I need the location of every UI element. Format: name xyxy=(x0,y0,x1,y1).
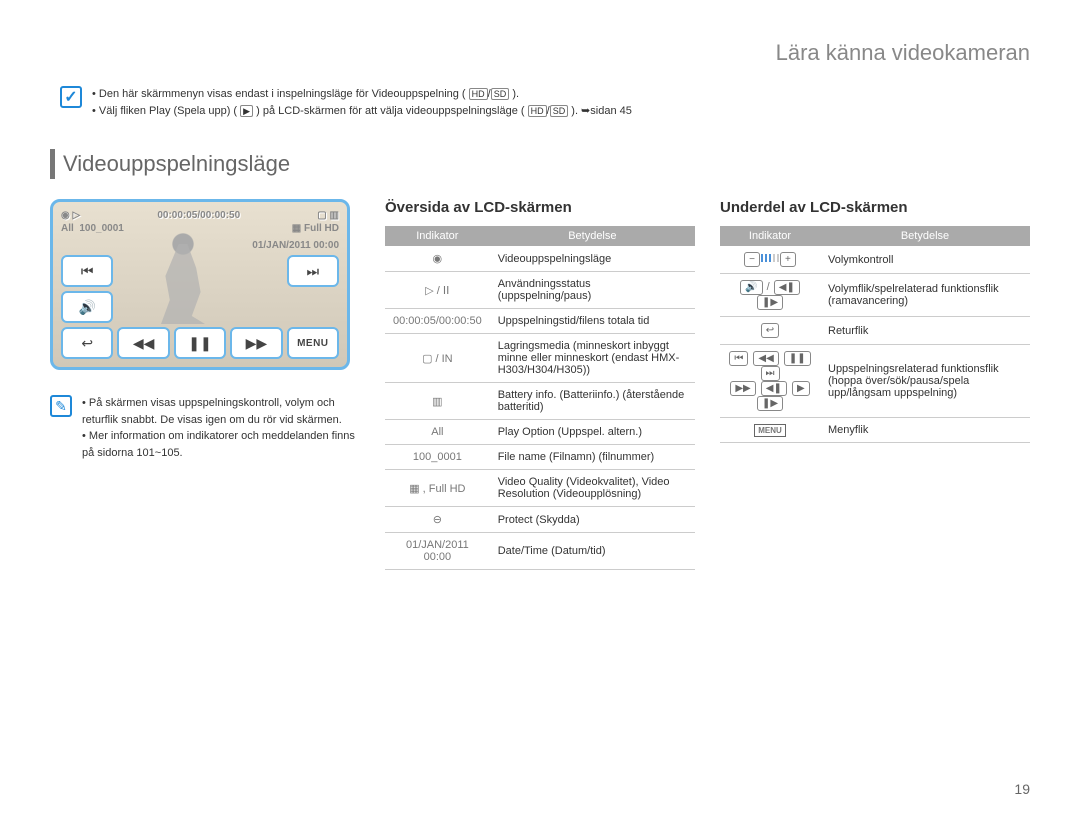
lcd-screenshot: ◉ ▷ 00:00:05/00:00:50 ▢ ▥ All 100_0001 ▦… xyxy=(50,199,350,370)
lcd-time: 00:00:05/00:00:50 xyxy=(157,210,240,221)
page-number: 19 xyxy=(1014,781,1030,797)
indicator-cell: ▷ / ⅠⅠ xyxy=(385,272,490,309)
indicator-cell: 01/JAN/2011 00:00 xyxy=(385,533,490,570)
top-table-heading: Översida av LCD-skärmen xyxy=(385,199,695,216)
meaning-cell: Användningsstatus (uppspelning/paus) xyxy=(490,272,695,309)
indicator-cell: ⊖ xyxy=(385,507,490,533)
table-row: ▥Battery info. (Batteriinfo.) (återståen… xyxy=(385,383,695,420)
meaning-cell: Volymflik/spelrelaterad funktionsflik (r… xyxy=(820,274,1030,317)
table-row: ⊖Protect (Skydda) xyxy=(385,507,695,533)
meaning-cell: Date/Time (Datum/tid) xyxy=(490,533,695,570)
forward-button[interactable]: ▶▶ xyxy=(230,327,282,359)
meaning-cell: File name (Filnamn) (filnummer) xyxy=(490,445,695,470)
indicator-cell: −+ xyxy=(720,246,820,274)
info-line-2a: Välj fliken Play (Spela upp) ( xyxy=(99,105,237,117)
meaning-cell: Lagringsmedia (minneskort inbyggt minne … xyxy=(490,334,695,383)
info-lines: Den här skärmmenyn visas endast i inspel… xyxy=(92,86,632,119)
table-row: ↩Returflik xyxy=(720,317,1030,345)
indicator-cell: ▥ xyxy=(385,383,490,420)
skip-fwd-button[interactable]: ⏭ xyxy=(287,255,339,287)
meaning-cell: Returflik xyxy=(820,317,1030,345)
note-1: På skärmen visas uppspelningskontroll, v… xyxy=(82,395,360,428)
table-row: 01/JAN/2011 00:00Date/Time (Datum/tid) xyxy=(385,533,695,570)
lcd-mode-icon: ◉ ▷ xyxy=(61,210,80,221)
indicator-cell: 00:00:05/00:00:50 xyxy=(385,309,490,334)
note-callout: ✎ På skärmen visas uppspelningskontroll,… xyxy=(50,395,360,461)
indicator-cell: 100_0001 xyxy=(385,445,490,470)
top-indicator-table: Indikator Betydelse ◉Videouppspelningslä… xyxy=(385,226,695,570)
table-row: AllPlay Option (Uppspel. altern.) xyxy=(385,420,695,445)
info-line-1-end: ). xyxy=(512,88,519,100)
indicator-cell: ◉ xyxy=(385,246,490,272)
hd-icon-2: HD xyxy=(528,105,547,117)
meaning-cell: Uppspelningsrelaterad funktionsflik (hop… xyxy=(820,345,1030,418)
table-row: ⏮ ◀◀ ❚❚ ⏭▶▶ ◀❚ ▶ ❚▶Uppspelningsrelaterad… xyxy=(720,345,1030,418)
meaning-cell: Battery info. (Batteriinfo.) (återståend… xyxy=(490,383,695,420)
meaning-cell: Menyflik xyxy=(820,418,1030,443)
table-row: 100_0001File name (Filnamn) (filnummer) xyxy=(385,445,695,470)
note-2: Mer information om indikatorer och medde… xyxy=(82,428,360,461)
table-row: 🔊 / ◀❚ ❚▶Volymflik/spelrelaterad funktio… xyxy=(720,274,1030,317)
table-row: −+Volymkontroll xyxy=(720,246,1030,274)
section-title: Videouppspelningsläge xyxy=(63,151,290,177)
top-col-meaning: Betydelse xyxy=(490,226,695,246)
play-icon: ▶ xyxy=(240,105,253,117)
sd-icon: SD xyxy=(491,88,510,100)
note-list: På skärmen visas uppspelningskontroll, v… xyxy=(82,395,360,461)
table-row: 00:00:05/00:00:50Uppspelningstid/filens … xyxy=(385,309,695,334)
skip-back-button[interactable]: ⏮ xyxy=(61,255,113,287)
check-icon: ✓ xyxy=(60,86,82,108)
meaning-cell: Video Quality (Videokvalitet), Video Res… xyxy=(490,470,695,507)
info-line-2c: ). ➥sidan 45 xyxy=(571,105,632,117)
bottom-table-heading: Underdel av LCD-skärmen xyxy=(720,199,1030,216)
sd-icon-2: SD xyxy=(550,105,569,117)
page-header: Lära känna videokameran xyxy=(50,40,1030,66)
volume-button[interactable]: 🔊 xyxy=(61,291,113,323)
meaning-cell: Videouppspelningsläge xyxy=(490,246,695,272)
table-row: ◉Videouppspelningsläge xyxy=(385,246,695,272)
lcd-quality-hd: ▦ Full HD xyxy=(292,223,339,234)
menu-button[interactable]: MENU xyxy=(287,327,339,359)
top-col-indicator: Indikator xyxy=(385,226,490,246)
meaning-cell: Uppspelningstid/filens totala tid xyxy=(490,309,695,334)
meaning-cell: Volymkontroll xyxy=(820,246,1030,274)
meaning-cell: Protect (Skydda) xyxy=(490,507,695,533)
bottom-indicator-table: Indikator Betydelse −+Volymkontroll🔊 / ◀… xyxy=(720,226,1030,443)
indicator-cell: ▦ , Full HD xyxy=(385,470,490,507)
bottom-col-meaning: Betydelse xyxy=(820,226,1030,246)
indicator-cell: ▢ / IN xyxy=(385,334,490,383)
info-line-1-text: Den här skärmmenyn visas endast i inspel… xyxy=(99,88,466,100)
indicator-cell: ↩ xyxy=(720,317,820,345)
indicator-cell: MENU xyxy=(720,418,820,443)
golfer-silhouette xyxy=(133,222,233,332)
lcd-all-label: All xyxy=(61,223,74,234)
section-bar xyxy=(50,149,55,179)
info-line-2: Välj fliken Play (Spela upp) ( ▶ ) på LC… xyxy=(92,103,632,120)
indicator-cell: 🔊 / ◀❚ ❚▶ xyxy=(720,274,820,317)
section-title-wrap: Videouppspelningsläge xyxy=(50,149,1030,179)
bottom-col-indicator: Indikator xyxy=(720,226,820,246)
hd-icon: HD xyxy=(469,88,488,100)
info-line-1: Den här skärmmenyn visas endast i inspel… xyxy=(92,86,632,103)
table-row: MENUMenyflik xyxy=(720,418,1030,443)
lcd-storage-battery: ▢ ▥ xyxy=(317,210,339,221)
info-line-2b: ) på LCD-skärmen för att välja videoupps… xyxy=(256,105,524,117)
return-button[interactable]: ↩ xyxy=(61,327,113,359)
meaning-cell: Play Option (Uppspel. altern.) xyxy=(490,420,695,445)
indicator-cell: All xyxy=(385,420,490,445)
pencil-icon: ✎ xyxy=(50,395,72,417)
lcd-file: 100_0001 xyxy=(79,223,124,234)
table-row: ▷ / ⅠⅠAnvändningsstatus (uppspelning/pau… xyxy=(385,272,695,309)
table-row: ▢ / INLagringsmedia (minneskort inbyggt … xyxy=(385,334,695,383)
table-row: ▦ , Full HDVideo Quality (Videokvalitet)… xyxy=(385,470,695,507)
info-callout: ✓ Den här skärmmenyn visas endast i insp… xyxy=(50,86,1030,119)
indicator-cell: ⏮ ◀◀ ❚❚ ⏭▶▶ ◀❚ ▶ ❚▶ xyxy=(720,345,820,418)
